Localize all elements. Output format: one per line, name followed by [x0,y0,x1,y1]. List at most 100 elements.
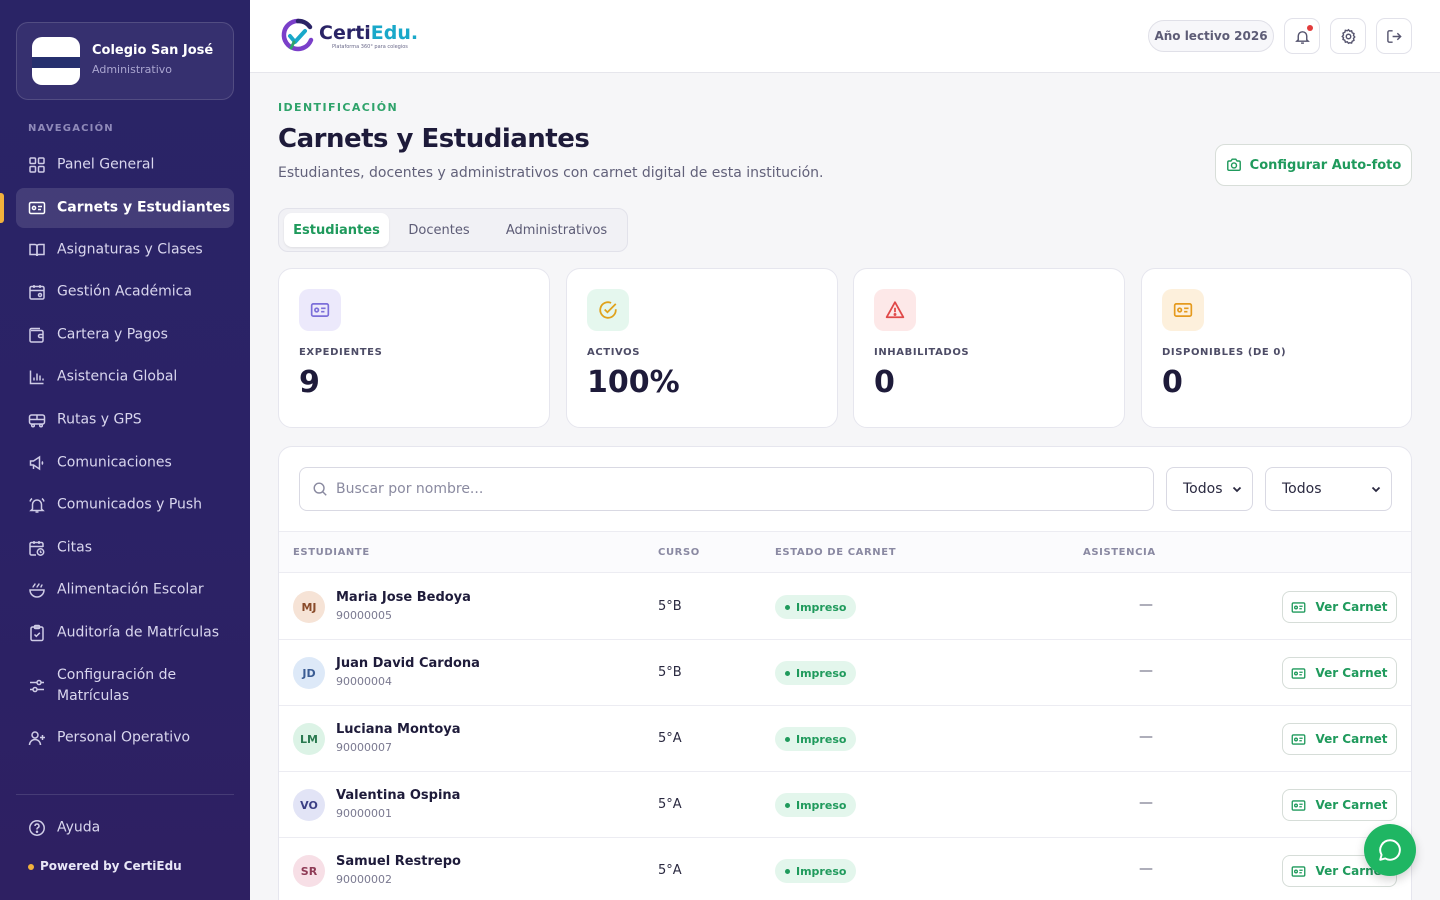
configure-autofoto-button[interactable]: Configurar Auto-foto [1215,144,1412,186]
sidebar-item-comunicados-push[interactable]: Comunicados y Push [16,485,234,525]
stat-label: ACTIVOS [587,347,641,358]
column-header-course[interactable]: CURSO [658,547,700,558]
student-course: 5°A [658,863,682,878]
id-card-icon [1292,799,1306,811]
bell-ring-icon [29,497,45,513]
id-card-icon [1292,865,1306,877]
status-badge: Impreso [775,859,857,883]
status-badge: Impreso [775,727,857,751]
settings-button[interactable] [1330,18,1366,54]
check-circle-icon [587,289,629,331]
sidebar-item-label: Personal Operativo [57,729,191,746]
calendar-icon [29,285,45,300]
chevron-down-icon [1232,486,1242,493]
view-carnet-button[interactable]: Ver Carnet [1282,789,1397,821]
search-box[interactable] [299,467,1154,511]
sidebar-divider [16,794,234,795]
student-name: Samuel Restrepo [336,854,461,869]
school-logo [32,37,80,85]
id-card-icon [299,289,341,331]
school-role: Administrativo [92,63,173,76]
table-header: ESTUDIANTE CURSO ESTADO DE CARNET ASISTE… [279,531,1411,573]
tab-administrativos[interactable]: Administrativos [489,213,624,247]
help-circle-icon [29,820,45,836]
tab-estudiantes[interactable]: Estudiantes [284,213,389,247]
sidebar-item-ayuda[interactable]: Ayuda [16,808,234,848]
sidebar-item-label: Configuración de Matrículas [57,667,177,704]
logout-button[interactable] [1376,18,1412,54]
student-name: Valentina Ospina [336,788,461,803]
status-badge: Impreso [775,595,857,619]
megaphone-icon [29,455,44,471]
id-card-icon [28,201,46,215]
notification-dot [1307,25,1313,31]
chat-bubble-icon [1379,839,1401,861]
stat-value: 0 [1162,365,1183,400]
student-course: 5°B [658,665,682,680]
column-header-status[interactable]: ESTADO DE CARNET [775,547,896,558]
sidebar-item-configuracion[interactable]: Configuración de Matrículas [16,661,234,711]
sidebar-item-comunicaciones[interactable]: Comunicaciones [16,443,234,483]
grid-icon [29,157,45,173]
id-card-icon [1292,733,1306,745]
stat-label: INHABILITADOS [874,347,970,358]
sidebar-item-gestion-academica[interactable]: Gestión Académica [16,272,234,312]
sidebar-item-cartera[interactable]: Cartera y Pagos [16,315,234,355]
calendar-clock-icon [29,541,45,556]
filter-select-course[interactable]: Todos [1166,467,1253,511]
sidebar-item-label: Comunicaciones [57,454,172,471]
sidebar-item-alimentacion[interactable]: Alimentación Escolar [16,570,234,610]
view-carnet-button[interactable]: Ver Carnet [1282,591,1397,623]
notifications-button[interactable] [1284,18,1320,54]
view-carnet-button[interactable]: Ver Carnet [1282,657,1397,689]
sidebar-item-personal[interactable]: Personal Operativo [16,718,234,758]
column-header-student[interactable]: ESTUDIANTE [293,547,370,558]
search-icon [313,482,327,496]
stat-value: 9 [299,365,320,400]
sliders-icon [30,679,44,693]
table-row: JD Juan David Cardona 90000004 5°B Impre… [279,640,1411,706]
student-name: Maria Jose Bedoya [336,590,471,605]
top-bar: CertiEdu. Plataforma 360° para colegios … [250,0,1440,73]
school-switcher[interactable]: Colegio San José Administrativo [16,22,234,100]
sidebar-item-label: Gestión Académica [57,283,192,300]
stat-card-disponibles: DISPONIBLES (DE 0) 0 [1141,268,1412,428]
sidebar-item-label: Auditoría de Matrículas [57,624,220,641]
students-table-card: Todos Todos ESTUDIANTE CURSO ESTADO DE C… [278,446,1412,900]
stat-value: 100% [587,365,680,400]
attendance-value: — [1139,861,1153,877]
sidebar-item-panel-general[interactable]: Panel General [16,145,234,185]
table-row: MJ Maria Jose Bedoya 90000005 5°B Impres… [279,574,1411,640]
school-name: Colegio San José [92,43,214,58]
filter-select-status[interactable]: Todos [1265,467,1392,511]
sidebar-item-rutas[interactable]: Rutas y GPS [16,400,234,440]
student-id: 90000005 [336,609,392,622]
column-header-attendance[interactable]: ASISTENCIA [1083,547,1156,558]
stat-value: 0 [874,365,895,400]
table-row: SR Samuel Restrepo 90000002 5°A Impreso … [279,838,1411,900]
student-id: 90000002 [336,873,392,886]
table-row: VO Valentina Ospina 90000001 5°A Impreso… [279,772,1411,838]
student-id: 90000004 [336,675,392,688]
sidebar-item-citas[interactable]: Citas [16,528,234,568]
select-value: Todos [1183,481,1223,497]
sidebar-item-carnets[interactable]: Carnets y Estudiantes [16,188,234,228]
tab-docentes[interactable]: Docentes [395,213,483,247]
nav-heading: NAVEGACIÓN [28,123,114,134]
search-input[interactable] [336,468,1146,510]
page-title: Carnets y Estudiantes [278,124,590,154]
sidebar-item-label: Alimentación Escolar [57,581,204,598]
student-course: 5°A [658,797,682,812]
view-carnet-button[interactable]: Ver Carnet [1282,723,1397,755]
brand-name[interactable]: CertiEdu. [319,22,418,44]
stat-card-expedientes: EXPEDIENTES 9 [278,268,550,428]
brand-tagline: Plataforma 360° para colegios [332,44,408,50]
stat-card-activos: ACTIVOS 100% [566,268,838,428]
school-year-pill[interactable]: Año lectivo 2026 [1148,20,1274,52]
sidebar-item-asistencia[interactable]: Asistencia Global [16,357,234,397]
whatsapp-chat-button[interactable] [1364,824,1416,876]
sidebar-item-asignaturas[interactable]: Asignaturas y Clases [16,230,234,270]
select-value: Todos [1282,481,1322,497]
sidebar-item-auditoria[interactable]: Auditoría de Matrículas [16,613,234,653]
bus-icon [28,414,46,428]
